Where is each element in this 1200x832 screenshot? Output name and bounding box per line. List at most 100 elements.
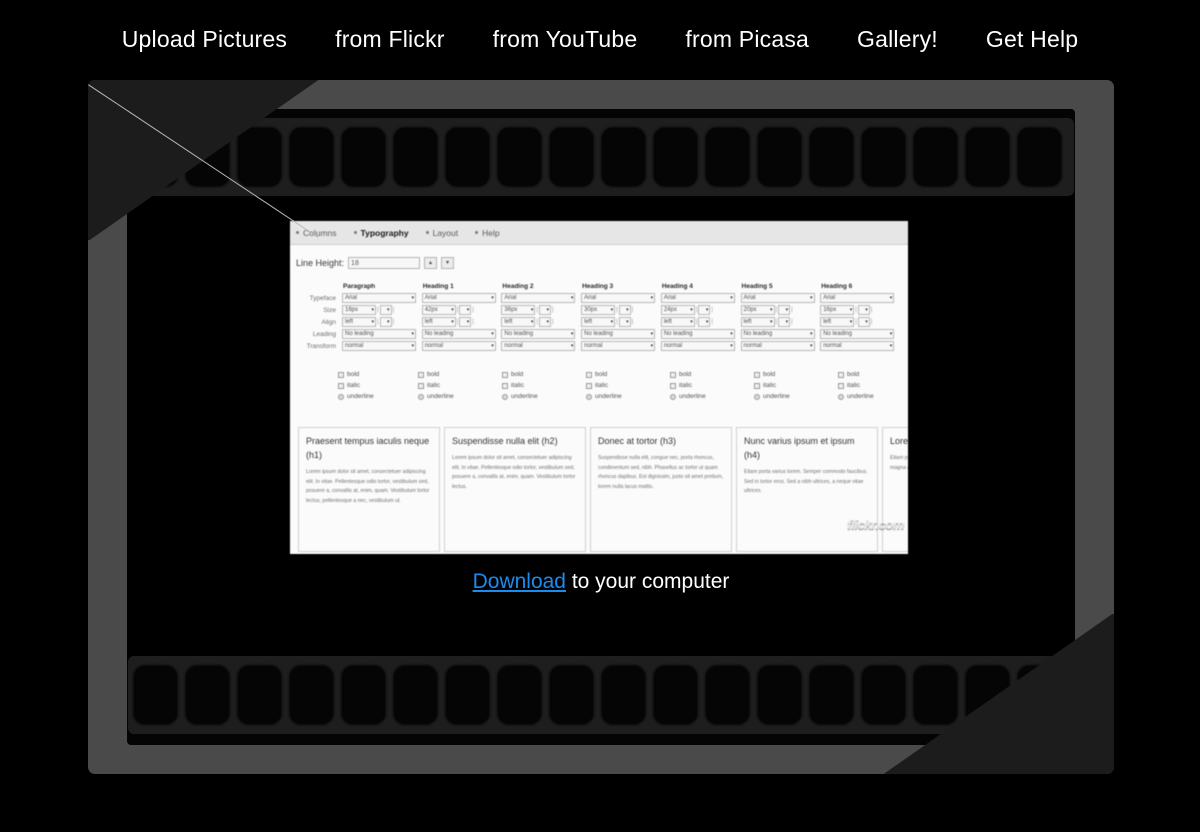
select-leading[interactable]: No leading ▾ xyxy=(421,329,496,339)
checkbox-underline[interactable]: underline xyxy=(838,391,886,402)
select-align[interactable]: left ▾ xyxy=(820,317,855,327)
nav-link-from-flickr[interactable]: from Flickr xyxy=(335,26,445,53)
download-link[interactable]: Download xyxy=(473,570,566,593)
select-unit[interactable]: ▾ xyxy=(379,317,392,327)
select-align[interactable]: left ▾ xyxy=(660,317,695,327)
select-leading[interactable]: No leading ▾ xyxy=(501,329,576,339)
select-typeface[interactable]: Arial ▾ xyxy=(820,293,895,303)
select-typeface[interactable]: Arial ▾ xyxy=(342,293,416,303)
checkbox-icon[interactable] xyxy=(586,382,592,389)
checkbox-icon[interactable] xyxy=(838,393,844,400)
checkbox-bold[interactable]: bold xyxy=(670,369,718,380)
checkbox-icon[interactable] xyxy=(418,393,424,400)
checkbox-icon[interactable] xyxy=(586,371,592,378)
checkbox-italic[interactable]: italic xyxy=(838,380,886,391)
select-size[interactable]: 24px ▾ xyxy=(660,305,695,315)
select-unit[interactable]: ▾ xyxy=(379,305,392,315)
nav-link-get-help[interactable]: Get Help xyxy=(986,26,1078,53)
checkbox-italic[interactable]: italic xyxy=(586,380,634,391)
select-transform[interactable]: normal ▾ xyxy=(581,341,656,351)
checkbox-underline[interactable]: underline xyxy=(418,391,466,402)
checkbox-icon[interactable] xyxy=(670,382,676,389)
select-unit[interactable]: ▾ xyxy=(778,317,791,327)
checkbox-icon[interactable] xyxy=(670,393,676,400)
select-unit[interactable]: ▾ xyxy=(538,317,551,327)
select-unit[interactable]: ▾ xyxy=(538,305,551,315)
select-transform[interactable]: normal ▾ xyxy=(820,341,895,351)
select-unit[interactable]: ▾ xyxy=(459,317,472,327)
line-height-stepper-up[interactable]: ▴ xyxy=(424,257,438,269)
select-align[interactable]: left ▾ xyxy=(501,317,536,327)
select-transform[interactable]: normal ▾ xyxy=(501,341,576,351)
checkbox-icon[interactable] xyxy=(754,393,760,400)
nav-link-from-youtube[interactable]: from YouTube xyxy=(493,26,638,53)
checkbox-icon[interactable] xyxy=(502,371,508,378)
select-size[interactable]: 16px ▾ xyxy=(342,305,376,315)
select-unit[interactable]: ▾ xyxy=(778,305,791,315)
select-leading[interactable]: No leading ▾ xyxy=(581,329,656,339)
select-align[interactable]: left ▾ xyxy=(342,317,376,327)
select-align[interactable]: left ▾ xyxy=(421,317,456,327)
select-unit[interactable]: ▾ xyxy=(618,317,631,327)
checkbox-icon[interactable] xyxy=(838,382,844,389)
select-typeface[interactable]: Arial ▾ xyxy=(581,293,656,303)
nav-link-upload-pictures[interactable]: Upload Pictures xyxy=(122,26,287,53)
checkbox-underline[interactable]: underline xyxy=(502,391,550,402)
select-size[interactable]: 16px ▾ xyxy=(820,305,855,315)
checkbox-icon[interactable] xyxy=(754,371,760,378)
select-typeface[interactable]: Arial ▾ xyxy=(421,293,496,303)
select-size[interactable]: 36px ▾ xyxy=(501,305,536,315)
select-align[interactable]: left ▾ xyxy=(581,317,616,327)
select-unit[interactable]: ▾ xyxy=(857,317,870,327)
select-leading[interactable]: No leading ▾ xyxy=(342,329,416,339)
checkbox-italic[interactable]: italic xyxy=(502,380,550,391)
select-unit[interactable]: ▾ xyxy=(618,305,631,315)
checkbox-italic[interactable]: italic xyxy=(418,380,466,391)
checkbox-icon[interactable] xyxy=(586,393,592,400)
checkbox-icon[interactable] xyxy=(418,371,424,378)
checkbox-underline[interactable]: underline xyxy=(670,391,718,402)
checkbox-bold[interactable]: bold xyxy=(418,369,466,380)
checkbox-bold[interactable]: bold xyxy=(754,369,802,380)
select-transform[interactable]: normal ▾ xyxy=(342,341,416,351)
checkbox-icon[interactable] xyxy=(502,393,508,400)
checkbox-italic[interactable]: italic xyxy=(754,380,802,391)
select-leading[interactable]: No leading ▾ xyxy=(660,329,735,339)
select-size[interactable]: 42px ▾ xyxy=(421,305,456,315)
select-unit[interactable]: ▾ xyxy=(857,305,870,315)
select-typeface[interactable]: Arial ▾ xyxy=(501,293,576,303)
checkbox-icon[interactable] xyxy=(338,393,344,400)
select-transform[interactable]: normal ▾ xyxy=(421,341,496,351)
checkbox-icon[interactable] xyxy=(838,371,844,378)
select-unit[interactable]: ▾ xyxy=(698,305,711,315)
select-leading[interactable]: No leading ▾ xyxy=(740,329,815,339)
select-size[interactable]: 30px ▾ xyxy=(581,305,616,315)
checkbox-icon[interactable] xyxy=(670,371,676,378)
checkbox-bold[interactable]: bold xyxy=(338,369,382,380)
select-leading[interactable]: No leading ▾ xyxy=(820,329,895,339)
select-typeface[interactable]: Arial ▾ xyxy=(660,293,735,303)
checkbox-underline[interactable]: underline xyxy=(586,391,634,402)
checkbox-italic[interactable]: italic xyxy=(338,380,382,391)
select-transform[interactable]: normal ▾ xyxy=(740,341,815,351)
checkbox-bold[interactable]: bold xyxy=(838,369,886,380)
checkbox-underline[interactable]: underline xyxy=(338,391,382,402)
nav-link-from-picasa[interactable]: from Picasa xyxy=(685,26,809,53)
checkbox-icon[interactable] xyxy=(338,371,344,378)
select-transform[interactable]: normal ▾ xyxy=(660,341,735,351)
checkbox-italic[interactable]: italic xyxy=(670,380,718,391)
checkbox-icon[interactable] xyxy=(502,382,508,389)
checkbox-bold[interactable]: bold xyxy=(586,369,634,380)
checkbox-icon[interactable] xyxy=(754,382,760,389)
checkbox-bold[interactable]: bold xyxy=(502,369,550,380)
checkbox-underline[interactable]: underline xyxy=(754,391,802,402)
line-height-input[interactable]: 18 xyxy=(348,257,421,269)
line-height-stepper-down[interactable]: ▾ xyxy=(441,257,455,269)
select-unit[interactable]: ▾ xyxy=(459,305,472,315)
nav-link-gallery[interactable]: Gallery! xyxy=(857,26,938,53)
uploaded-photo[interactable]: Columns Typography Layout Help Line Height:… xyxy=(290,221,908,554)
select-typeface[interactable]: Arial ▾ xyxy=(740,293,815,303)
select-size[interactable]: 20px ▾ xyxy=(740,305,775,315)
select-unit[interactable]: ▾ xyxy=(698,317,711,327)
checkbox-icon[interactable] xyxy=(418,382,424,389)
